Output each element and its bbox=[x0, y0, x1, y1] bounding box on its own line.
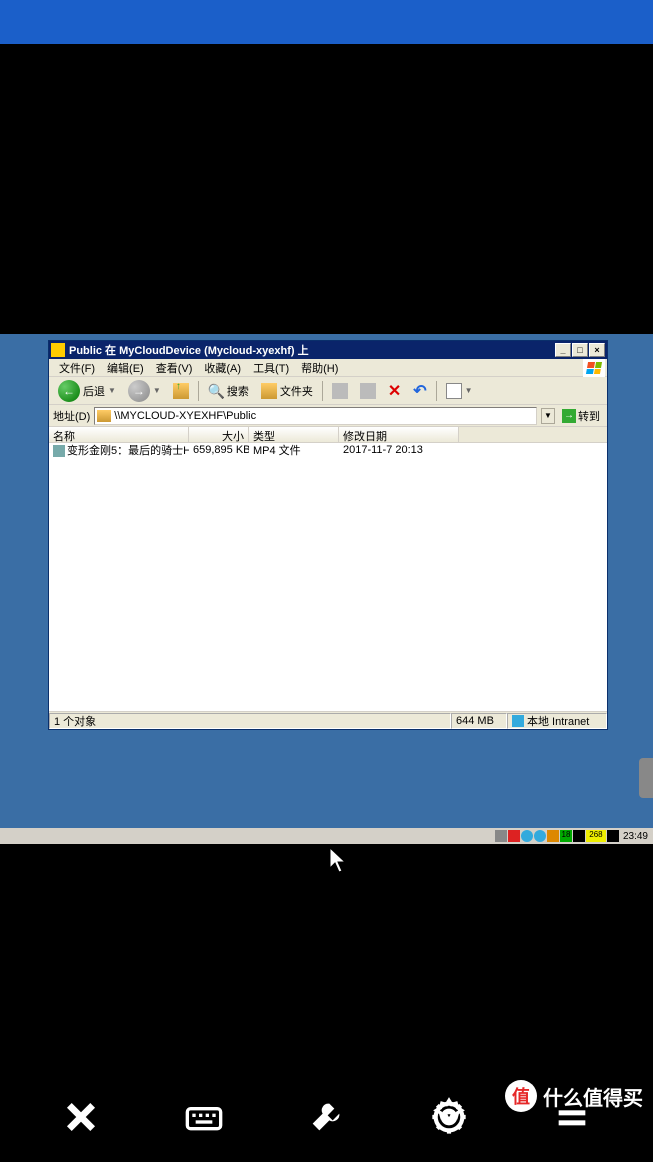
column-name[interactable]: 名称 bbox=[49, 427, 189, 442]
list-item[interactable]: 变形金刚5：最后的骑士HD... 659,895 KB MP4 文件 2017-… bbox=[49, 443, 607, 457]
address-path: \\MYCLOUD-XYEXHF\Public bbox=[114, 410, 256, 422]
watermark-text: 什么值得买 bbox=[543, 1082, 643, 1111]
windows-logo-icon bbox=[583, 359, 605, 377]
go-button[interactable]: → 转到 bbox=[559, 407, 603, 425]
file-modified: 2017-11-7 20:13 bbox=[339, 444, 459, 456]
close-button[interactable]: × bbox=[589, 343, 605, 357]
watermark: 值 什么值得买 bbox=[505, 1080, 643, 1112]
window-title: Public 在 MyCloudDevice (Mycloud-xyexhf) … bbox=[69, 342, 555, 358]
file-list[interactable]: 变形金刚5：最后的骑士HD... 659,895 KB MP4 文件 2017-… bbox=[49, 443, 607, 711]
back-label: 后退 bbox=[83, 383, 105, 399]
forward-arrow-icon: → bbox=[128, 380, 150, 402]
tray-icon[interactable] bbox=[521, 830, 533, 842]
status-bar: 1 个对象 644 MB 本地 Intranet bbox=[49, 711, 607, 729]
folders-icon bbox=[261, 383, 277, 399]
tray-icon[interactable] bbox=[508, 830, 520, 842]
up-button[interactable]: ↑ bbox=[168, 380, 194, 402]
column-headers: 名称 大小 类型 修改日期 bbox=[49, 427, 607, 443]
tray-icon[interactable]: 268 bbox=[586, 830, 606, 842]
go-arrow-icon: → bbox=[562, 409, 576, 423]
back-arrow-icon: ← bbox=[58, 380, 80, 402]
status-zone: 本地 Intranet bbox=[507, 713, 607, 729]
folder-icon bbox=[51, 343, 65, 357]
address-label: 地址(D) bbox=[53, 408, 90, 424]
tray-icon[interactable] bbox=[573, 830, 585, 842]
menu-view[interactable]: 查看(V) bbox=[150, 358, 199, 378]
window-titlebar[interactable]: Public 在 MyCloudDevice (Mycloud-xyexhf) … bbox=[49, 341, 607, 359]
undo-button[interactable]: ↶ bbox=[408, 380, 431, 402]
share-folder-icon bbox=[97, 410, 111, 422]
search-label: 搜索 bbox=[227, 383, 249, 399]
menu-help[interactable]: 帮助(H) bbox=[295, 358, 344, 378]
mouse-cursor-icon bbox=[330, 848, 350, 881]
intranet-icon bbox=[512, 715, 524, 727]
keyboard-button[interactable] bbox=[180, 1093, 228, 1141]
tray-icon[interactable]: 18 bbox=[560, 830, 572, 842]
go-label: 转到 bbox=[578, 408, 600, 424]
close-button[interactable] bbox=[57, 1093, 105, 1141]
menu-favorites[interactable]: 收藏(A) bbox=[198, 358, 247, 378]
maximize-button[interactable]: □ bbox=[572, 343, 588, 357]
tray-icon[interactable] bbox=[495, 830, 507, 842]
tray-icon[interactable] bbox=[607, 830, 619, 842]
copy-icon bbox=[360, 383, 376, 399]
back-button[interactable]: ← 后退 ▼ bbox=[53, 380, 121, 402]
folder-up-icon: ↑ bbox=[173, 383, 189, 399]
delete-button[interactable]: ✕ bbox=[383, 380, 406, 402]
folders-label: 文件夹 bbox=[280, 383, 313, 399]
file-size: 659,895 KB bbox=[189, 444, 249, 456]
menu-edit[interactable]: 编辑(E) bbox=[101, 358, 150, 378]
settings-button[interactable] bbox=[425, 1093, 473, 1141]
toolbar: ← 后退 ▼ → ▼ ↑ 🔍 搜索 文件夹 ✕ ↶ ▼ bbox=[49, 377, 607, 405]
taskbar-clock[interactable]: 23:49 bbox=[620, 831, 651, 842]
side-tab[interactable] bbox=[639, 758, 653, 798]
address-bar: 地址(D) \\MYCLOUD-XYEXHF\Public ▼ → 转到 bbox=[49, 405, 607, 427]
minimize-button[interactable]: _ bbox=[555, 343, 571, 357]
menu-tools[interactable]: 工具(T) bbox=[247, 358, 295, 378]
tools-button[interactable] bbox=[302, 1093, 350, 1141]
address-dropdown-button[interactable]: ▼ bbox=[541, 408, 555, 424]
address-input[interactable]: \\MYCLOUD-XYEXHF\Public bbox=[94, 407, 537, 425]
file-name: 变形金刚5：最后的骑士HD... bbox=[67, 445, 189, 457]
tray-icon[interactable] bbox=[534, 830, 546, 842]
tray-icon[interactable] bbox=[547, 830, 559, 842]
status-size: 644 MB bbox=[451, 713, 507, 729]
delete-icon: ✕ bbox=[388, 381, 401, 401]
explorer-window: Public 在 MyCloudDevice (Mycloud-xyexhf) … bbox=[48, 340, 608, 730]
watermark-badge-icon: 值 bbox=[505, 1080, 537, 1112]
status-objects: 1 个对象 bbox=[49, 713, 451, 729]
mobile-status-bar bbox=[0, 0, 653, 44]
move-to-button[interactable] bbox=[327, 380, 353, 402]
column-modified[interactable]: 修改日期 bbox=[339, 427, 459, 442]
views-icon bbox=[446, 383, 462, 399]
taskbar[interactable]: 18 268 23:49 bbox=[0, 828, 653, 844]
column-type[interactable]: 类型 bbox=[249, 427, 339, 442]
undo-icon: ↶ bbox=[413, 381, 426, 401]
menu-bar: 文件(F) 编辑(E) 查看(V) 收藏(A) 工具(T) 帮助(H) bbox=[49, 359, 607, 377]
file-type: MP4 文件 bbox=[249, 443, 339, 458]
column-size[interactable]: 大小 bbox=[189, 427, 249, 442]
forward-button[interactable]: → ▼ bbox=[123, 380, 166, 402]
search-icon: 🔍 bbox=[208, 383, 224, 399]
views-button[interactable]: ▼ bbox=[441, 380, 478, 402]
menu-file[interactable]: 文件(F) bbox=[53, 358, 101, 378]
video-file-icon bbox=[53, 445, 65, 457]
move-icon bbox=[332, 383, 348, 399]
folders-button[interactable]: 文件夹 bbox=[256, 380, 318, 402]
search-button[interactable]: 🔍 搜索 bbox=[203, 380, 254, 402]
copy-to-button[interactable] bbox=[355, 380, 381, 402]
